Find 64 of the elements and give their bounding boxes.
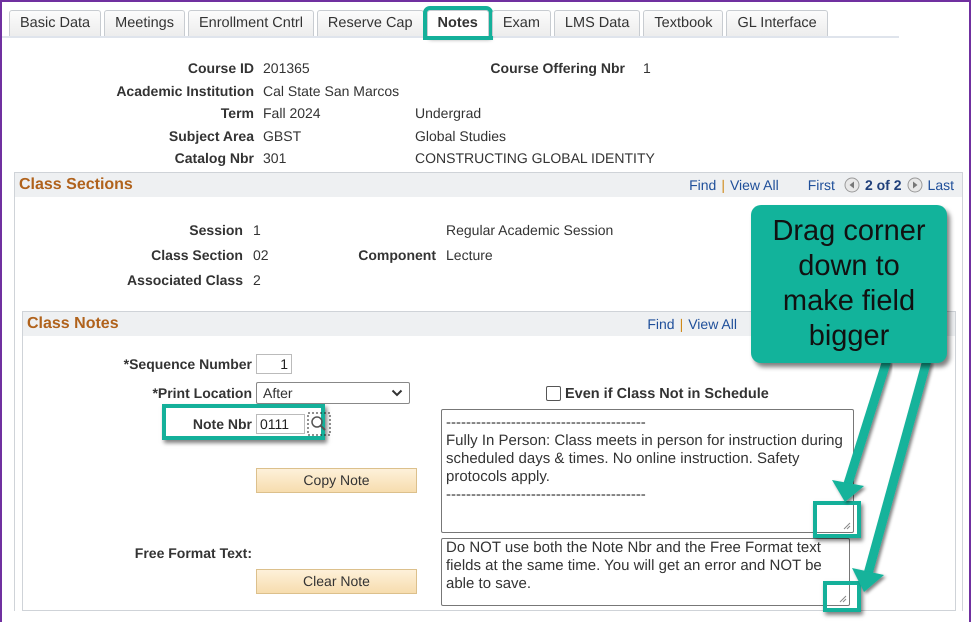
field-label: Associated Class	[126, 270, 243, 288]
copy-note-button[interactable]: Copy Note	[256, 468, 417, 492]
next-icon[interactable]	[906, 176, 923, 192]
view-all-link[interactable]: View All	[730, 176, 779, 192]
tab[interactable]: Basic Data	[9, 10, 102, 36]
checkbox-label: Even if Class Not in Schedule	[565, 386, 769, 402]
free-format-text-area[interactable]: Do NOT use both the Note Nbr and the Free Format text fields at the same time. You will get an error and NOT be able to save.	[441, 538, 850, 606]
field-label: Subject Area	[168, 126, 254, 145]
field-value: Fall 2024	[262, 104, 321, 122]
field-value: 02	[252, 246, 269, 264]
note-nbr-field[interactable]: 0111	[256, 414, 305, 434]
field-value: 1	[642, 59, 652, 78]
field-label: Component	[357, 246, 436, 264]
panel-title: Class Sections	[19, 176, 133, 194]
first-link[interactable]: First	[808, 176, 835, 192]
separator: |	[680, 316, 684, 332]
field-value: 2	[252, 270, 261, 288]
field-description: Undergrad	[415, 104, 482, 122]
field-value: 1	[252, 220, 261, 238]
tab[interactable]: Exam	[492, 10, 551, 36]
chevron-down-icon[interactable]	[391, 388, 403, 396]
separator: |	[721, 176, 725, 192]
tab[interactable]: Textbook	[643, 10, 724, 36]
sequence-number-field[interactable]: 1	[256, 354, 292, 374]
checkbox[interactable]	[546, 386, 561, 401]
last-link[interactable]: Last	[928, 176, 954, 192]
callout: Drag corner down to make field bigger	[751, 205, 947, 363]
page-position: 2 of 2	[864, 176, 902, 192]
tab[interactable]: Enrollment Cntrl	[188, 10, 314, 36]
note-text-area[interactable]: ---------------------------------------- Fully In Person: Class meets in person for instruction during scheduled days & times. No online instruction. Safety protocols apply. ----------------------------------------	[441, 408, 854, 532]
highlight-frame	[813, 501, 861, 538]
field-value: 201365	[262, 59, 310, 78]
previous-icon[interactable]	[844, 176, 860, 192]
field-label: *Print Location	[152, 384, 252, 400]
field-label: Course ID	[186, 59, 254, 78]
field-label: Note Nbr	[192, 416, 252, 432]
find-link[interactable]: Find	[647, 316, 675, 332]
field-description: Global Studies	[415, 126, 506, 145]
print-location-dropdown[interactable]: After	[256, 382, 410, 404]
field-label: Term	[220, 104, 254, 122]
find-link[interactable]: Find	[689, 176, 716, 192]
field-value: Lecture	[445, 246, 493, 264]
field-label: Free Format Text:	[134, 544, 252, 560]
tab[interactable]: Meetings	[104, 10, 185, 36]
panel-title: Class Notes	[27, 314, 119, 332]
field-label: Session	[188, 220, 243, 238]
resize-handle-icon[interactable]	[841, 520, 851, 530]
field-label: Academic Institution	[115, 82, 254, 100]
clear-note-button[interactable]: Clear Note	[256, 568, 417, 594]
tab[interactable]: GL Interface	[726, 10, 828, 36]
field-description: CONSTRUCTING GLOBAL IDENTITY	[415, 149, 655, 168]
field-label: *Sequence Number	[124, 356, 252, 372]
field-value: 301	[262, 149, 286, 168]
field-label: Catalog Nbr	[174, 149, 254, 168]
resize-handle-icon[interactable]	[837, 592, 847, 602]
view-all-link[interactable]: View All	[688, 316, 737, 332]
field-label: Course Offering Nbr	[489, 59, 625, 78]
tab[interactable]: Reserve Cap	[316, 10, 424, 36]
field-value: Cal State San Marcos	[262, 82, 400, 100]
field-label: Class Section	[150, 246, 243, 264]
search-icon[interactable]	[307, 412, 331, 436]
field-value: GBST	[262, 126, 302, 145]
field-description: Regular Academic Session	[445, 220, 614, 238]
tab[interactable]: LMS Data	[554, 10, 640, 36]
